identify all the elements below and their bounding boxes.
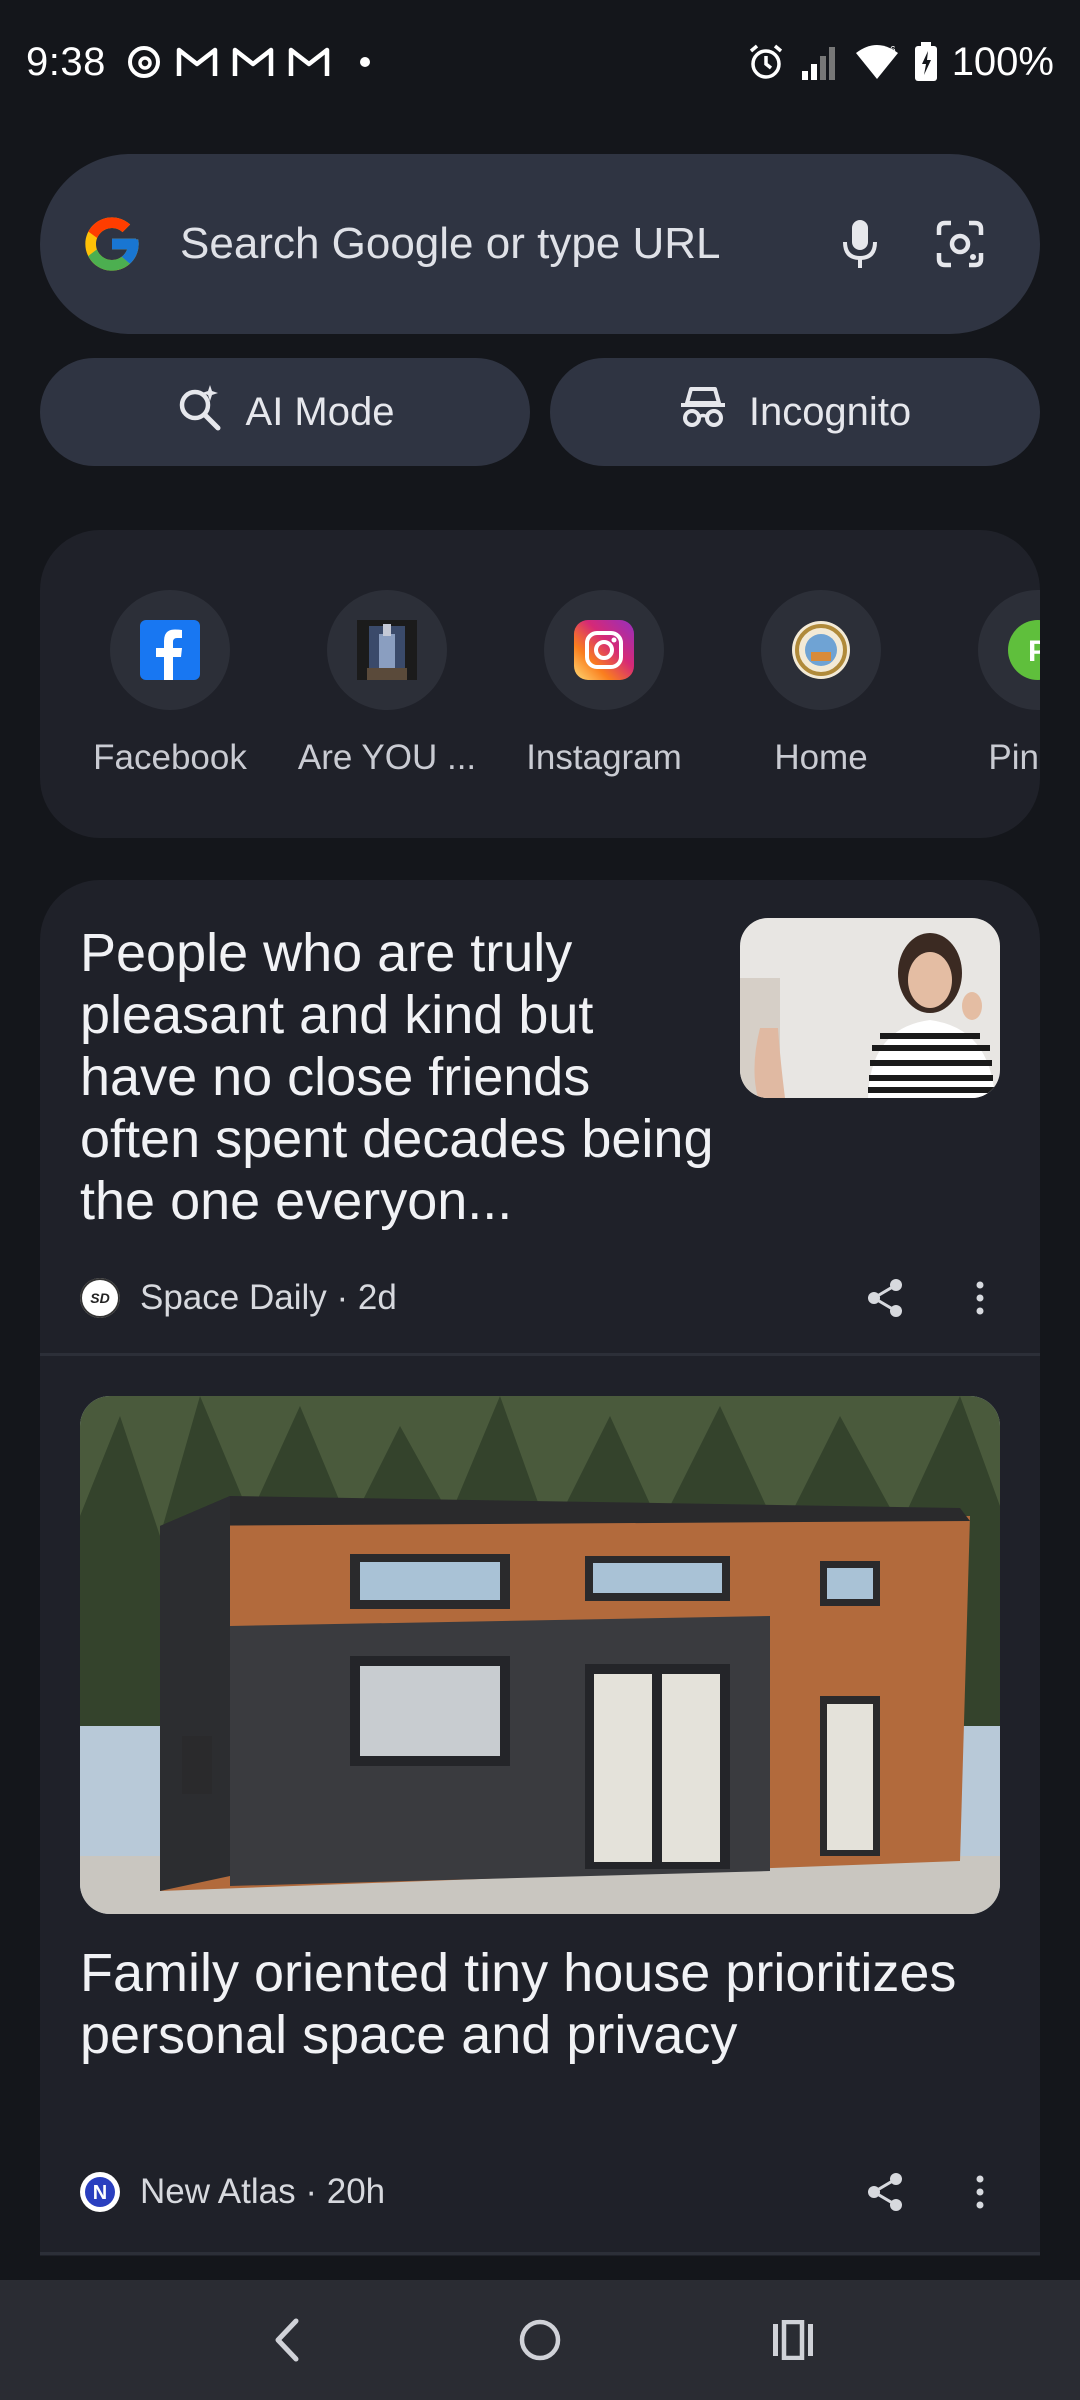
- share-icon[interactable]: [850, 1268, 920, 1328]
- incognito-button[interactable]: Incognito: [550, 358, 1040, 466]
- article-headline[interactable]: Family oriented tiny house prioritizes p…: [80, 1942, 980, 2066]
- back-icon[interactable]: [237, 2290, 337, 2390]
- space-daily-logo-icon: SD: [80, 1278, 120, 1318]
- svg-text:N: N: [93, 2182, 107, 2204]
- lens-icon[interactable]: [920, 204, 1000, 284]
- threads-icon: [126, 44, 162, 80]
- alarm-icon: [746, 42, 786, 82]
- status-bar: 9:38 6 100%: [0, 0, 1080, 124]
- shortcut-label: Ping-c: [988, 738, 1040, 777]
- mic-icon[interactable]: [820, 204, 900, 284]
- site-thumbnail-icon: [327, 590, 447, 710]
- shortcut-facebook[interactable]: Facebook: [70, 590, 270, 810]
- search-input[interactable]: Search Google or type URL: [180, 219, 800, 269]
- system-nav-bar: [0, 2280, 1080, 2400]
- shortcut-label: Facebook: [93, 738, 247, 777]
- gmail-icon: [288, 45, 330, 79]
- new-atlas-logo-icon: N: [80, 2172, 120, 2212]
- incognito-icon: [679, 385, 727, 439]
- search-box[interactable]: Search Google or type URL: [40, 154, 1040, 334]
- home-icon[interactable]: [490, 2290, 590, 2390]
- wifi-icon: 6: [854, 43, 900, 81]
- shortcut-label: Are YOU ...: [297, 738, 477, 777]
- svg-text:P: P: [1028, 635, 1040, 668]
- ai-mode-label: AI Mode: [245, 389, 395, 434]
- shortcut-home[interactable]: Home: [721, 590, 921, 810]
- feed-card[interactable]: Family oriented tiny house prioritizes p…: [40, 1356, 1040, 2256]
- shortcut-ping[interactable]: P Ping-c: [938, 590, 1040, 810]
- letter-p-icon: P: [978, 590, 1040, 710]
- battery-icon: [914, 42, 938, 82]
- share-icon[interactable]: [850, 2162, 920, 2222]
- incognito-label: Incognito: [748, 389, 912, 434]
- dot-icon: [359, 57, 370, 67]
- shortcut-label: Home: [774, 738, 868, 777]
- more-options-icon[interactable]: [960, 1268, 1000, 1328]
- article-source: Space Daily · 2d: [140, 1278, 397, 1317]
- svg-text:SD: SD: [90, 1290, 109, 1306]
- shortcut-are-you[interactable]: Are YOU ...: [287, 590, 487, 810]
- article-meta: N New Atlas · 20h: [80, 2162, 1000, 2222]
- article-headline[interactable]: People who are truly pleasant and kind b…: [80, 922, 720, 1232]
- seal-icon: [761, 590, 881, 710]
- signal-icon: [800, 43, 840, 81]
- article-source: New Atlas · 20h: [140, 2172, 386, 2211]
- status-time: 9:38: [26, 39, 106, 84]
- gmail-icon: [232, 45, 274, 79]
- more-options-icon[interactable]: [960, 2162, 1000, 2222]
- facebook-icon: [110, 590, 230, 710]
- article-meta: SD Space Daily · 2d: [80, 1268, 1000, 1328]
- gmail-icon: [176, 45, 218, 79]
- svg-text:6: 6: [890, 45, 896, 56]
- shortcut-label: Instagram: [526, 738, 682, 777]
- shortcuts-panel: Facebook Are YOU ... Instagram Home P Pi…: [40, 530, 1040, 838]
- ai-search-icon: [176, 383, 224, 441]
- divider: [40, 2252, 1040, 2255]
- ai-mode-button[interactable]: AI Mode: [40, 358, 530, 466]
- article-thumbnail: [740, 918, 1000, 1098]
- google-logo-icon: [80, 212, 144, 276]
- recents-icon[interactable]: [743, 2290, 843, 2390]
- feed-card[interactable]: People who are truly pleasant and kind b…: [40, 880, 1040, 1355]
- battery-percent: 100%: [951, 39, 1054, 84]
- shortcut-instagram[interactable]: Instagram: [504, 590, 704, 810]
- article-image: [80, 1396, 1000, 1914]
- instagram-icon: [544, 590, 664, 710]
